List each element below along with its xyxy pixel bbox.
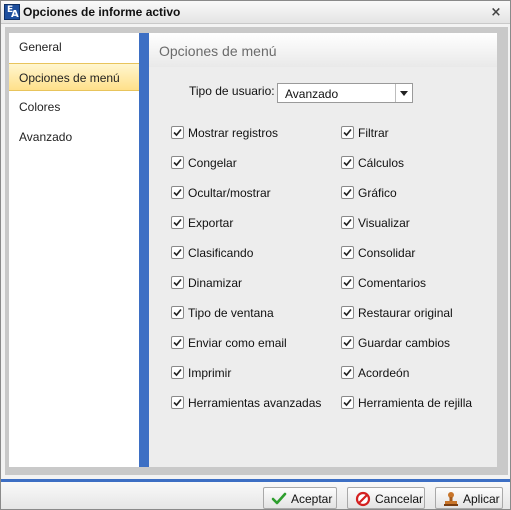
checkmark-icon — [343, 368, 352, 377]
checkmark-icon — [173, 218, 182, 227]
checkmark-icon — [173, 248, 182, 257]
sidebar-item-general[interactable]: General — [9, 33, 139, 61]
cancel-button-label: Cancelar — [375, 492, 424, 506]
checkbox-label: Ocultar/mostrar — [188, 186, 271, 200]
checkbox[interactable] — [171, 156, 184, 169]
checkbox-label: Exportar — [188, 216, 234, 230]
checkbox-label: Restaurar original — [358, 306, 453, 320]
checkbox-label: Visualizar — [358, 216, 410, 230]
chevron-down-icon[interactable] — [395, 84, 412, 102]
checkbox[interactable] — [171, 366, 184, 379]
checkmark-icon — [173, 308, 182, 317]
checkmark-icon — [343, 338, 352, 347]
window-title: Opciones de informe activo — [23, 5, 181, 19]
panel-header: Opciones de menú — [149, 33, 497, 67]
sidebar-item-colores[interactable]: Colores — [9, 93, 139, 121]
checkmark-icon — [173, 278, 182, 287]
checkmark-icon — [173, 368, 182, 377]
checkbox[interactable] — [341, 396, 354, 409]
footer-bar: Aceptar Cancelar Aplicar — [1, 479, 510, 509]
accept-button[interactable]: Aceptar — [263, 487, 337, 509]
panel-title: Opciones de menú — [159, 43, 277, 59]
checkmark-icon — [343, 398, 352, 407]
sidebar-item-opciones-de-menu[interactable]: Opciones de menú — [9, 63, 139, 91]
checkmark-icon — [271, 492, 287, 505]
apply-button[interactable]: Aplicar — [435, 487, 503, 509]
checkbox[interactable] — [171, 126, 184, 139]
user-type-label: Tipo de usuario: — [189, 84, 275, 98]
checkbox-label: Comentarios — [358, 276, 427, 290]
dialog-window: E A Opciones de informe activo × General… — [0, 0, 511, 510]
checkbox[interactable] — [341, 276, 354, 289]
checkbox[interactable] — [341, 336, 354, 349]
checkbox[interactable] — [341, 216, 354, 229]
checkbox[interactable] — [341, 306, 354, 319]
checkbox[interactable] — [171, 186, 184, 199]
checkmark-icon — [173, 128, 182, 137]
checkmark-icon — [173, 158, 182, 167]
app-icon-letter-a: A — [11, 9, 19, 20]
checkmark-icon — [343, 248, 352, 257]
checkmark-icon — [173, 398, 182, 407]
checkbox-label: Dinamizar — [188, 276, 243, 290]
sidebar: General Opciones de menú Colores Avanzad… — [9, 33, 140, 467]
checkmark-icon — [343, 218, 352, 227]
checkbox[interactable] — [341, 156, 354, 169]
checkmark-icon — [173, 188, 182, 197]
apply-button-label: Aplicar — [463, 492, 500, 506]
sidebar-item-avanzado[interactable]: Avanzado — [9, 123, 139, 151]
checkbox[interactable] — [171, 246, 184, 259]
checkbox-label: Cálculos — [358, 156, 405, 170]
app-icon: E A — [4, 4, 20, 20]
stamp-icon — [444, 492, 458, 506]
checkbox-label: Acordeón — [358, 366, 410, 380]
checkbox[interactable] — [171, 216, 184, 229]
checkmark-icon — [343, 278, 352, 287]
checkbox-label: Gráfico — [358, 186, 397, 200]
checkbox-label: Enviar como email — [188, 336, 287, 350]
checkmark-icon — [343, 308, 352, 317]
checkmark-icon — [343, 128, 352, 137]
checkbox-label: Consolidar — [358, 246, 416, 260]
checkbox[interactable] — [171, 336, 184, 349]
checkbox[interactable] — [341, 126, 354, 139]
checkbox[interactable] — [171, 396, 184, 409]
checkmark-icon — [343, 188, 352, 197]
checkmark-icon — [173, 338, 182, 347]
checkbox[interactable] — [341, 366, 354, 379]
checkbox-label: Guardar cambios — [358, 336, 451, 350]
checkbox-label: Imprimir — [188, 366, 232, 380]
checkbox[interactable] — [341, 186, 354, 199]
cancel-icon — [355, 491, 371, 507]
checkbox[interactable] — [171, 306, 184, 319]
close-icon[interactable]: × — [490, 6, 502, 19]
checkbox-label: Herramientas avanzadas — [188, 396, 322, 410]
accept-button-label: Aceptar — [291, 492, 333, 506]
checkbox[interactable] — [171, 276, 184, 289]
checkbox-label: Herramienta de rejilla — [358, 396, 473, 410]
cancel-button[interactable]: Cancelar — [347, 487, 425, 509]
checkbox-label: Clasificando — [188, 246, 254, 260]
checkmark-icon — [343, 158, 352, 167]
checkbox-label: Congelar — [188, 156, 237, 170]
checkbox-label: Filtrar — [358, 126, 389, 140]
checkbox-label: Tipo de ventana — [188, 306, 274, 320]
checkbox[interactable] — [341, 246, 354, 259]
sidebar-accent-bar — [139, 33, 149, 467]
user-type-value: Avanzado — [285, 87, 339, 101]
title-bar[interactable]: E A Opciones de informe activo × — [1, 1, 510, 24]
options-panel: Opciones de menú Tipo de usuario: Avanza… — [149, 33, 497, 467]
checkbox-label: Mostrar registros — [188, 126, 279, 140]
user-type-select[interactable]: Avanzado — [277, 83, 413, 103]
